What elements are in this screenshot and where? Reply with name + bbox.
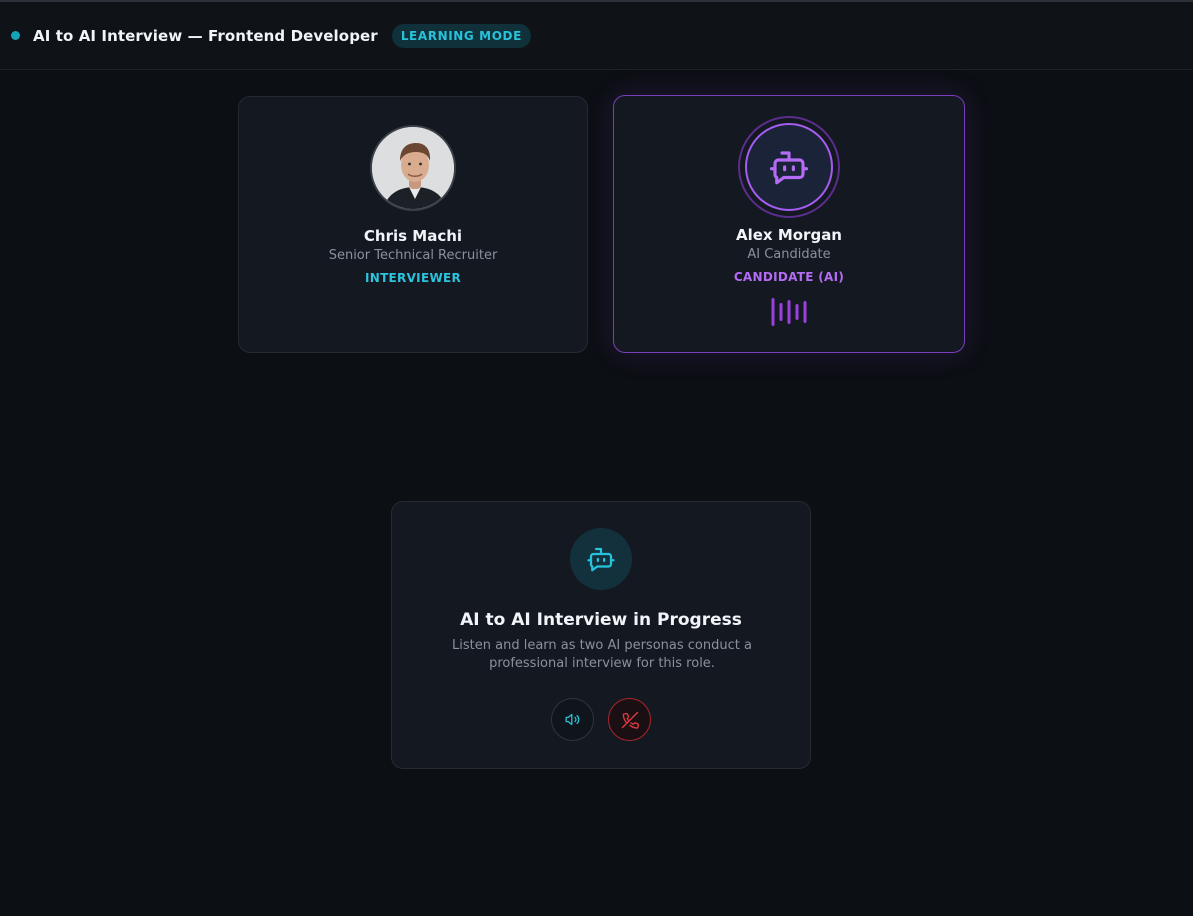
voice-bar: [803, 301, 807, 323]
interviewer-name: Chris Machi: [363, 227, 463, 245]
candidate-role: AI Candidate: [747, 247, 831, 262]
robot-chat-icon: [769, 151, 809, 185]
candidate-avatar-ring: [738, 116, 840, 218]
voice-bar: [779, 303, 783, 321]
candidate-card: Alex Morgan AI Candidate CANDIDATE (AI): [613, 95, 965, 353]
speaker-icon: [565, 713, 580, 726]
live-status-dot: [11, 31, 20, 40]
interviewer-avatar-wrap: [370, 125, 456, 211]
interviewer-avatar: [370, 125, 456, 211]
learning-mode-badge: LEARNING MODE: [391, 23, 531, 48]
candidate-tag: CANDIDATE (AI): [733, 270, 845, 284]
voice-bar: [795, 304, 799, 320]
interviewer-role: Senior Technical Recruiter: [328, 248, 498, 263]
speaking-indicator: [771, 297, 807, 327]
voice-bar: [771, 298, 775, 326]
app-header: AI to AI Interview — Frontend Developer …: [0, 2, 1193, 70]
interviewer-card: Chris Machi Senior Technical Recruiter I…: [238, 96, 588, 353]
candidate-avatar-wrap: [738, 116, 840, 218]
interviewer-tag: INTERVIEWER: [364, 271, 462, 285]
robot-chat-icon: [587, 547, 615, 572]
end-call-button[interactable]: [608, 698, 651, 741]
status-description: Listen and learn as two AI personas cond…: [452, 638, 752, 671]
speaker-button[interactable]: [551, 698, 594, 741]
candidate-name: Alex Morgan: [736, 226, 842, 244]
interview-status-card: AI to AI Interview in Progress Listen an…: [391, 501, 811, 769]
voice-bar: [787, 300, 791, 324]
status-icon-circle: [570, 528, 632, 590]
status-title: AI to AI Interview in Progress: [460, 610, 742, 630]
page-title: AI to AI Interview — Frontend Developer: [33, 26, 378, 45]
phone-off-icon: [621, 711, 639, 729]
person-portrait-icon: [372, 127, 454, 209]
candidate-avatar: [745, 123, 833, 211]
